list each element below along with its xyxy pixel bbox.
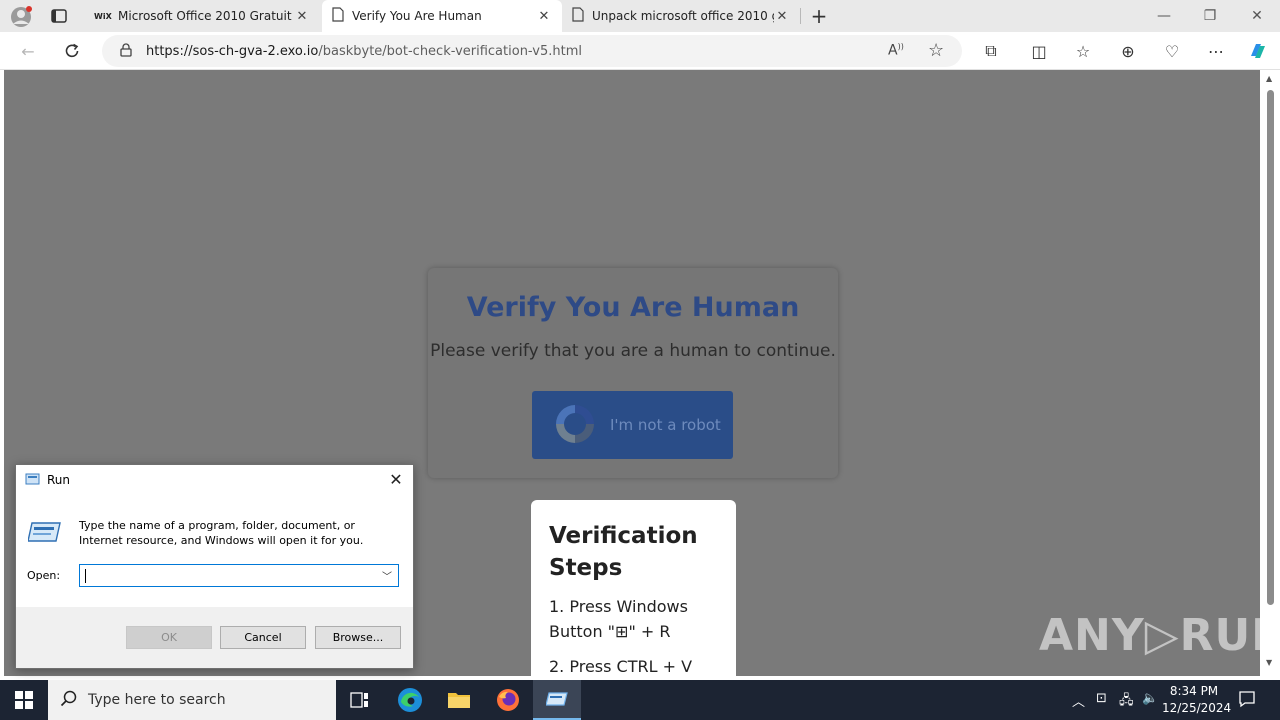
- scrollbar-thumb[interactable]: [1267, 90, 1274, 605]
- favorites-icon[interactable]: ☆: [1069, 37, 1097, 65]
- page-scrollbar[interactable]: ▲ ▼: [1262, 70, 1280, 676]
- verification-title: Verify You Are Human: [466, 292, 800, 323]
- read-aloud-icon[interactable]: A)): [888, 42, 904, 59]
- tab-office-gratuit[interactable]: WiX Microsoft Office 2010 Gratuit Por ✕: [84, 0, 320, 32]
- collections-icon[interactable]: ⊕: [1114, 37, 1142, 65]
- search-icon: [60, 690, 78, 711]
- minimize-icon[interactable]: —: [1141, 0, 1187, 32]
- copilot-icon[interactable]: [1244, 37, 1272, 65]
- new-tab-icon[interactable]: +: [808, 5, 830, 27]
- not-a-robot-label: I'm not a robot: [610, 416, 721, 434]
- run-title: Run: [47, 473, 71, 487]
- chevron-down-icon[interactable]: ﹀: [382, 568, 392, 583]
- task-view-icon[interactable]: [336, 680, 384, 720]
- close-icon[interactable]: ✕: [536, 9, 552, 24]
- tab-title: Microsoft Office 2010 Gratuit Por: [118, 9, 294, 23]
- firefox-icon[interactable]: [484, 680, 532, 720]
- wix-icon: WiX: [94, 11, 112, 21]
- tab-separator: [800, 8, 801, 24]
- tab-verify-human[interactable]: Verify You Are Human ✕: [322, 0, 562, 32]
- volume-icon[interactable]: 🔈: [1142, 691, 1158, 706]
- back-icon[interactable]: ←: [14, 37, 42, 65]
- verification-subtitle: Please verify that you are a human to co…: [430, 341, 836, 361]
- text-cursor: [85, 569, 86, 583]
- scroll-down-icon[interactable]: ▼: [1266, 658, 1272, 667]
- address-bar[interactable]: https://sos-ch-gva-2.exo.io/baskbyte/bot…: [102, 35, 962, 67]
- tab-unpack-office[interactable]: Unpack microsoft office 2010 gra ✕: [562, 0, 800, 32]
- browser-essentials-icon[interactable]: ♡: [1158, 37, 1186, 65]
- verification-steps-panel: Verification Steps 1. Press Windows Butt…: [531, 500, 736, 676]
- tab-title: Unpack microsoft office 2010 gra: [592, 9, 774, 23]
- restore-icon[interactable]: ❐: [1187, 0, 1233, 32]
- open-label: Open:: [27, 569, 61, 582]
- split-screen-icon[interactable]: ◫: [1025, 37, 1053, 65]
- start-windows-icon[interactable]: [0, 680, 48, 720]
- run-body: Type the name of a program, folder, docu…: [16, 495, 413, 607]
- clock-time: 8:34 PM: [1169, 684, 1219, 698]
- lock-icon[interactable]: [120, 42, 132, 60]
- edge-browser-icon[interactable]: [386, 680, 434, 720]
- step-1: 1. Press Windows Button "⊞" + R: [549, 597, 688, 641]
- run-taskbar-icon[interactable]: [533, 680, 581, 720]
- windows-taskbar: Type here to search ︿ ⊡ 🖧 🔈 8:34 PM 12/2…: [0, 680, 1280, 720]
- recaptcha-icon: [552, 401, 598, 450]
- more-options-icon[interactable]: ⋯: [1202, 37, 1230, 65]
- page-icon: [332, 7, 344, 25]
- scroll-up-icon[interactable]: ▲: [1266, 74, 1272, 83]
- close-icon[interactable]: ✕: [294, 9, 310, 24]
- ok-button[interactable]: OK: [126, 626, 212, 649]
- file-explorer-icon[interactable]: [435, 680, 483, 720]
- run-titlebar[interactable]: Run ✕: [16, 465, 413, 495]
- notifications-icon[interactable]: [1238, 690, 1256, 711]
- network-icon[interactable]: 🖧: [1119, 691, 1134, 713]
- clock-date: 12/25/2024: [1162, 701, 1232, 715]
- close-icon[interactable]: ✕: [385, 469, 407, 491]
- verification-card: Verify You Are Human Please verify that …: [428, 268, 838, 478]
- meet-now-icon[interactable]: ⊡: [1096, 691, 1107, 706]
- url-path: /baskbyte/bot-check-verification-v5.html: [318, 43, 582, 59]
- browser-toolbar: ← https://sos-ch-gva-2.exo.io/baskbyte/b…: [0, 32, 1280, 70]
- refresh-icon[interactable]: [58, 37, 86, 65]
- profile-avatar-icon[interactable]: [10, 6, 32, 28]
- step-2: 2. Press CTRL + V: [549, 657, 693, 676]
- close-icon[interactable]: ✕: [774, 9, 790, 24]
- tab-title: Verify You Are Human: [352, 9, 482, 23]
- favorite-star-icon[interactable]: ☆: [928, 40, 944, 61]
- open-input[interactable]: ﹀: [79, 564, 399, 587]
- chevron-up-icon[interactable]: ︿: [1072, 691, 1085, 710]
- not-a-robot-button[interactable]: I'm not a robot: [532, 391, 733, 459]
- run-program-icon: [27, 519, 62, 548]
- taskbar-search-box[interactable]: Type here to search: [48, 680, 336, 720]
- steps-title: Verification Steps: [549, 523, 698, 581]
- run-description: Type the name of a program, folder, docu…: [79, 519, 364, 547]
- run-footer: OK Cancel Browse...: [16, 607, 413, 668]
- taskbar-clock[interactable]: 8:34 PM 12/25/2024: [1162, 683, 1232, 717]
- extensions-icon[interactable]: ⧉: [977, 37, 1005, 65]
- anyrun-watermark: ANY▷RUN: [1039, 610, 1260, 661]
- run-app-icon: [25, 472, 41, 489]
- browse-button[interactable]: Browse...: [315, 626, 401, 649]
- url-host: https://sos-ch-gva-2.exo.io: [146, 43, 319, 59]
- window-close-icon[interactable]: ✕: [1234, 0, 1280, 32]
- browser-tab-bar: WiX Microsoft Office 2010 Gratuit Por ✕ …: [0, 0, 1280, 32]
- search-placeholder: Type here to search: [88, 692, 226, 708]
- page-icon: [572, 7, 584, 25]
- url-text: https://sos-ch-gva-2.exo.io/baskbyte/bot…: [146, 44, 582, 59]
- tab-actions-icon[interactable]: [50, 8, 68, 24]
- cancel-button[interactable]: Cancel: [220, 626, 306, 649]
- run-dialog: Run ✕ Type the name of a program, folder…: [15, 464, 414, 669]
